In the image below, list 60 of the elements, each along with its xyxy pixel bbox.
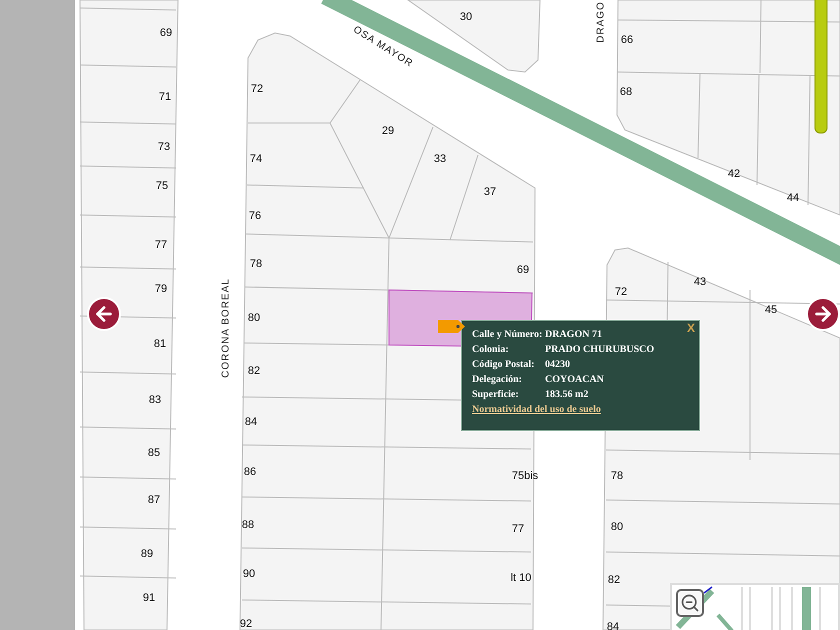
lot-number: 76 xyxy=(248,210,262,222)
lot-number: 85 xyxy=(148,447,160,459)
land-use-link[interactable]: Normatividad del uso de suelo xyxy=(472,404,601,415)
lot-number: 90 xyxy=(242,568,256,580)
lot-number: 37 xyxy=(484,186,496,198)
tag-icon xyxy=(438,320,465,333)
lot-number: 68 xyxy=(620,86,632,98)
field-value: 183.56 m2 xyxy=(545,389,590,400)
lot-number: 80 xyxy=(248,312,260,324)
lot-number: 83 xyxy=(148,394,162,406)
field-label: Calle y Número: xyxy=(472,329,544,340)
street-name: CORONA BOREAL xyxy=(220,278,232,378)
field-value: COYOACAN xyxy=(545,374,605,385)
lot-number: 75bis xyxy=(512,470,538,482)
lot-number: 89 xyxy=(140,548,154,560)
lot-number: 77 xyxy=(154,239,168,251)
lot-number: 42 xyxy=(728,168,740,180)
lot-number: 74 xyxy=(250,153,262,165)
lot-number: 73 xyxy=(158,141,170,153)
lot-number: lt 10 xyxy=(510,572,532,584)
field-value: 04230 xyxy=(545,359,571,370)
lot-number: 79 xyxy=(154,283,168,295)
zoom-out-icon xyxy=(680,593,700,613)
lot-number: 78 xyxy=(250,258,262,270)
lot-number: 45 xyxy=(764,304,778,316)
lot-number: 72 xyxy=(250,83,264,95)
lot-number: 77 xyxy=(512,523,524,535)
field-label: Colonia: xyxy=(472,344,510,355)
lot-number: 75 xyxy=(156,180,168,192)
lot-number: 84 xyxy=(244,416,258,428)
field-value: PRADO CHURUBUSCO xyxy=(545,344,656,355)
lot-number: 92 xyxy=(240,618,252,630)
lot-number: 81 xyxy=(154,338,166,350)
lot-number: 66 xyxy=(620,34,634,46)
field-label: Delegación: xyxy=(472,374,523,385)
field-value: DRAGON 71 xyxy=(545,329,603,340)
lot-number: 86 xyxy=(244,466,256,478)
close-button[interactable]: X xyxy=(684,321,697,335)
lot-number: 44 xyxy=(786,192,800,204)
lot-number: 29 xyxy=(382,125,394,137)
lot-number: 80 xyxy=(610,521,624,533)
street-name: DRAGO xyxy=(596,1,606,43)
lot-number: 88 xyxy=(242,519,254,531)
zoom-out-button[interactable] xyxy=(676,589,704,617)
lot-number: 30 xyxy=(460,11,472,23)
lot-number: 69 xyxy=(160,27,172,39)
lot-number: 72 xyxy=(614,286,628,298)
field-label: Código Postal: xyxy=(472,359,536,370)
lot-number: 69 xyxy=(516,264,530,276)
lot-number: 78 xyxy=(610,470,624,482)
field-label: Superficie: xyxy=(472,389,520,400)
lot-number: 91 xyxy=(142,592,156,604)
lot-number: 84 xyxy=(606,621,620,630)
lot-number: 71 xyxy=(158,91,172,103)
lot-number: 43 xyxy=(694,276,706,288)
lot-number: 87 xyxy=(148,494,160,506)
lot-number: 82 xyxy=(608,574,620,586)
next-button[interactable] xyxy=(806,297,840,331)
lot-number: 82 xyxy=(248,365,260,377)
lot-number: 33 xyxy=(434,153,446,165)
